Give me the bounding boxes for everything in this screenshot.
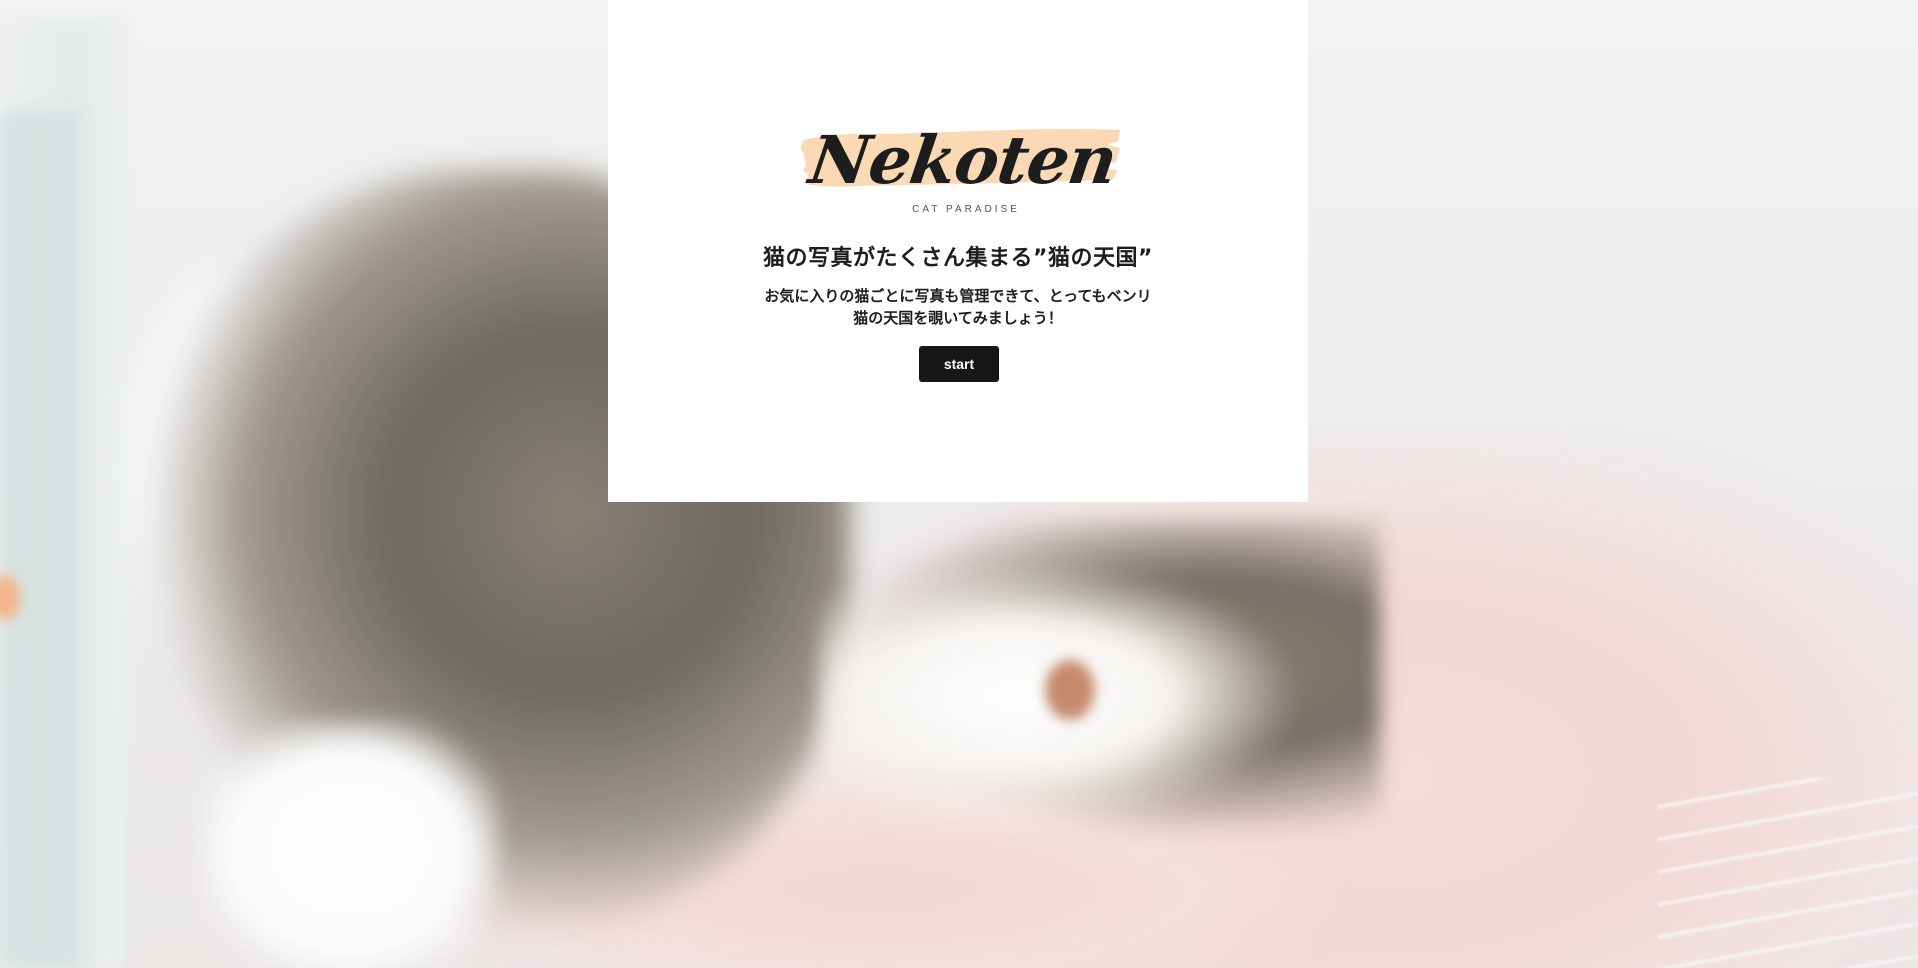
landing-screen: Nekoten CAT PARADISE 猫の写真がたくさん集まる”猫の天国” … — [0, 0, 1918, 968]
description-line-2: 猫の天国を覗いてみましょう！ — [853, 309, 1063, 327]
welcome-panel: Nekoten CAT PARADISE 猫の写真がたくさん集まる”猫の天国” … — [608, 0, 1308, 502]
page-description: お気に入りの猫ごとに写真も管理できて、とってもベンリ 猫の天国を覗いてみましょう… — [608, 285, 1308, 329]
description-line-1: お気に入りの猫ごとに写真も管理できて、とってもベンリ — [764, 287, 1152, 305]
nekoten-logo: Nekoten CAT PARADISE — [798, 118, 1128, 228]
start-button[interactable]: start — [919, 346, 999, 382]
logo-wordmark: Nekoten — [804, 121, 1122, 199]
page-title: 猫の写真がたくさん集まる”猫の天国” — [763, 246, 1153, 271]
logo-tagline: CAT PARADISE — [912, 204, 1020, 215]
